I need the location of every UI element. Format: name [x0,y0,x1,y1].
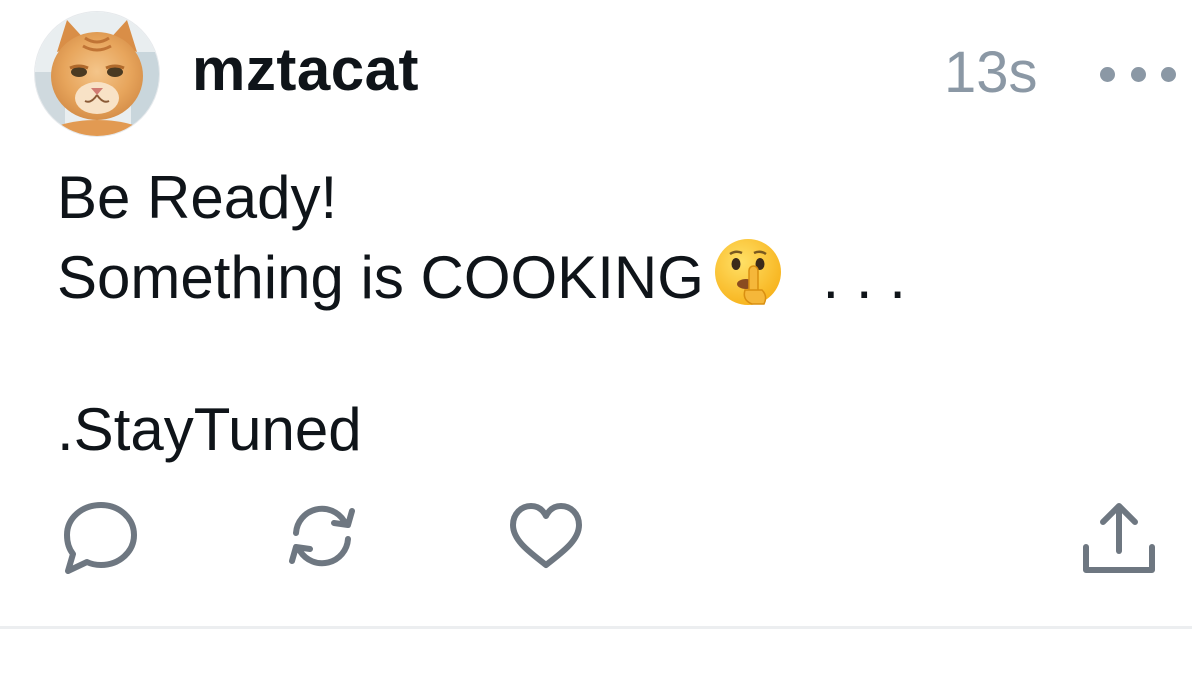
repost-icon [289,505,355,567]
timestamp[interactable]: 13s [944,44,1038,102]
reply-icon [64,502,137,574]
shushing-face-emoji-icon [712,236,784,308]
share-icon [1083,503,1155,573]
post-card[interactable]: mztacat 13s Be Ready! Something is COOKI… [0,0,1192,626]
action-bar [0,495,1192,585]
reply-button[interactable] [60,495,142,577]
more-dot [1130,66,1146,82]
like-button[interactable] [505,495,587,577]
post-line-text: . . . [805,244,906,311]
repost-button[interactable] [278,495,366,577]
cat-avatar-image [35,12,159,136]
more-dot [1100,66,1115,82]
more-dot [1161,66,1176,82]
heart-icon [510,503,582,568]
username[interactable]: mztacat [192,40,419,100]
post-line: Be Ready! [57,164,338,231]
avatar[interactable] [35,12,159,136]
post-line-with-emoji: Something is COOKING . . . [57,236,1157,316]
divider [0,626,1192,629]
share-button[interactable] [1076,495,1162,581]
post-text: Be Ready! Something is COOKING . . . .St… [57,160,1157,468]
more-options-icon[interactable] [1100,62,1176,86]
post-line-text: Something is COOKING [57,244,704,311]
post-line: .StayTuned [57,396,362,463]
